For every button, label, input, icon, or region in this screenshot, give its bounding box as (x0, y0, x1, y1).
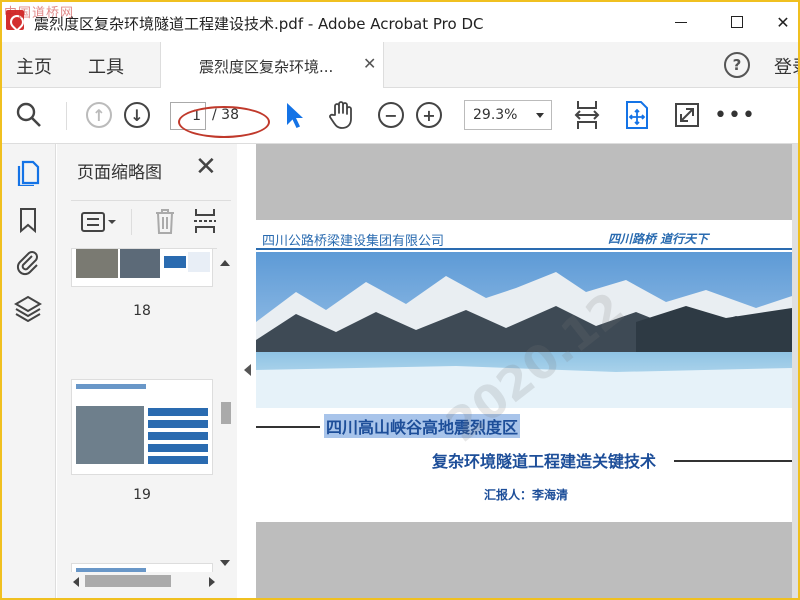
select-arrow-icon (287, 103, 303, 128)
insert-page-icon[interactable] (193, 207, 217, 235)
rotate-icon (626, 101, 648, 129)
zoom-in-icon: + (416, 102, 442, 128)
tab-tools[interactable]: 工具 (88, 53, 124, 79)
zoom-out-button[interactable]: − (376, 100, 406, 130)
page-company-name: 四川公路桥梁建设集团有限公司 (262, 234, 445, 249)
more-tools-button[interactable]: ••• (714, 100, 755, 130)
thumbnail-block (148, 432, 208, 440)
zoom-in-button[interactable]: + (414, 100, 444, 130)
thumbnail-block (188, 252, 210, 272)
thumbnail-block (148, 456, 208, 464)
navigation-rail (2, 144, 56, 598)
thumbnail-vertical-scrollbar[interactable] (217, 248, 233, 578)
previous-page-button[interactable]: ↑ (84, 100, 114, 130)
help-icon[interactable]: ? (724, 52, 750, 78)
thumbnail-page-19[interactable] (71, 379, 213, 475)
search-icon (16, 102, 41, 127)
title-bar: 中国道桥网 震烈度区复杂环境隧道工程建设技术.pdf - Adobe Acrob… (2, 2, 798, 42)
hand-tool-icon (329, 101, 352, 129)
title-rule-right (674, 460, 792, 462)
header-rule (256, 248, 792, 250)
page-thumbnails-icon[interactable] (14, 158, 42, 186)
document-tab-label: 震烈度区复杂环境... (199, 58, 334, 76)
thumbnails-toolbar-divider (131, 209, 132, 235)
page-thumbnails-panel: 页面缩略图 ✕ 18 19 (57, 144, 237, 598)
document-tab-close-button[interactable]: ✕ (363, 54, 376, 73)
hand-tool-button[interactable] (326, 100, 356, 130)
scroll-down-icon[interactable] (220, 560, 230, 566)
document-scrollbar[interactable] (792, 144, 798, 598)
rotate-view-button[interactable] (622, 100, 652, 130)
search-button[interactable] (14, 100, 44, 130)
close-window-button[interactable]: ✕ (760, 2, 798, 42)
thumbnail-list: 18 19 (71, 248, 227, 578)
document-view[interactable]: 四川公路桥梁建设集团有限公司 四川路桥 道行天下 四川高山峡谷高地震烈度区 复杂… (256, 144, 798, 598)
window-title: 震烈度区复杂环境隧道工程建设技术.pdf - Adobe Acrobat Pro… (34, 15, 484, 33)
scrollbar-thumb[interactable] (85, 575, 171, 587)
fullscreen-button[interactable] (672, 100, 702, 130)
thumbnail-block (148, 408, 208, 416)
delete-icon[interactable] (153, 207, 177, 235)
collapse-panel-icon[interactable] (244, 364, 251, 376)
bookmark-icon[interactable] (14, 206, 42, 234)
scrollbar-thumb[interactable] (221, 402, 231, 424)
next-page-button[interactable]: ↓ (122, 100, 152, 130)
chevron-down-icon (536, 113, 544, 118)
sign-in-link[interactable]: 登录 (774, 53, 798, 79)
thumbnails-close-button[interactable]: ✕ (195, 152, 217, 182)
thumbnail-photo (76, 249, 118, 278)
tab-home[interactable]: 主页 (16, 53, 52, 79)
scroll-up-icon[interactable] (220, 260, 230, 266)
minimize-icon (675, 21, 687, 23)
thumbnail-block (148, 420, 208, 428)
zoom-out-icon: − (378, 102, 404, 128)
fit-width-button[interactable] (572, 100, 602, 130)
tab-bar: 主页 工具 震烈度区复杂环境... ✕ ? 登录 (2, 42, 798, 88)
maximize-button[interactable] (714, 2, 760, 42)
more-icon: ••• (714, 102, 756, 128)
minimize-button[interactable] (658, 2, 704, 42)
pdf-page: 四川公路桥梁建设集团有限公司 四川路桥 道行天下 四川高山峡谷高地震烈度区 复杂… (256, 220, 792, 522)
maximize-icon (731, 16, 743, 28)
thumbnail-options-icon[interactable] (81, 211, 117, 233)
attachment-icon[interactable] (14, 248, 42, 276)
scroll-left-icon[interactable] (73, 577, 79, 587)
thumbnail-page-number: 19 (133, 487, 151, 503)
fullscreen-icon (675, 103, 699, 127)
thumbnail-horizontal-scrollbar[interactable] (71, 572, 217, 590)
thumbnail-page-number: 18 (133, 303, 151, 319)
document-tab[interactable]: 震烈度区复杂环境... ✕ (160, 42, 384, 88)
scroll-right-icon[interactable] (209, 577, 215, 587)
thumbnail-block (164, 256, 186, 268)
select-tool-button[interactable] (280, 100, 310, 130)
page-number-annotation-circle (178, 106, 270, 138)
thumbnail-photo (120, 249, 160, 278)
thumbnail-block (148, 444, 208, 452)
thumbnail-heading (76, 384, 146, 389)
page-up-icon: ↑ (86, 102, 112, 128)
acrobat-window: 中国道桥网 震烈度区复杂环境隧道工程建设技术.pdf - Adobe Acrob… (2, 2, 798, 598)
layers-icon[interactable] (14, 294, 42, 322)
fit-width-icon (574, 101, 600, 129)
main-toolbar: ↑ ↓ 1 / 38 − + 29.3% ••• (2, 88, 798, 144)
thumbnail-photo (76, 406, 144, 464)
zoom-select[interactable]: 29.3% (464, 100, 552, 130)
thumbnail-page-18[interactable] (71, 249, 213, 287)
page-title-line-2: 复杂环境隧道工程建造关键技术 (432, 452, 657, 471)
page-brand-logo: 四川路桥 道行天下 (608, 232, 709, 246)
title-rule-left (256, 426, 320, 428)
page-down-icon: ↓ (124, 102, 150, 128)
toolbar-divider (66, 102, 67, 130)
zoom-value: 29.3% (473, 107, 518, 123)
thumbnails-panel-title: 页面缩略图 (77, 163, 162, 183)
thumbnails-toolbar (71, 200, 231, 240)
page-presenter: 汇报人：李海清 (484, 488, 569, 502)
